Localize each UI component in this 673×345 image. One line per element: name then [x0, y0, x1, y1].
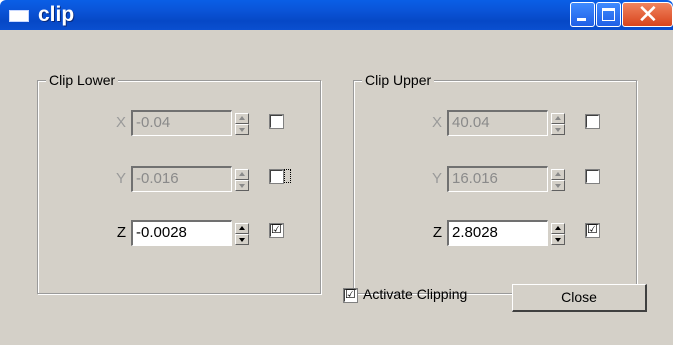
- focus-indicator: [284, 169, 291, 183]
- maximize-button[interactable]: [596, 2, 621, 27]
- upper-x-checkbox[interactable]: [585, 114, 600, 129]
- lower-z-label: Z: [116, 224, 126, 241]
- maximize-icon: [602, 8, 615, 21]
- lower-z-checkbox[interactable]: ☑: [269, 222, 284, 238]
- upper-z-label: Z: [432, 224, 442, 241]
- check-icon: ☑: [345, 287, 356, 301]
- close-button[interactable]: Close: [512, 284, 647, 312]
- upper-z-field[interactable]: 2.8028: [447, 220, 548, 246]
- clip-lower-group: Clip Lower X -0.04 Y -0.016 Z -0.0028 ☑: [37, 72, 321, 294]
- lower-z-field[interactable]: -0.0028: [131, 220, 232, 246]
- upper-z-spinner[interactable]: [551, 223, 565, 245]
- upper-z-checkbox[interactable]: ☑: [585, 222, 600, 238]
- lower-y-field[interactable]: -0.016: [131, 166, 232, 192]
- upper-y-field[interactable]: 16.016: [447, 166, 548, 192]
- upper-y-label: Y: [431, 170, 442, 187]
- close-window-button[interactable]: ✕: [622, 0, 673, 29]
- lower-y-spinner[interactable]: [235, 169, 249, 191]
- check-icon: ☑: [587, 222, 598, 236]
- close-icon: ✕: [637, 0, 659, 29]
- upper-x-spinner[interactable]: [551, 113, 565, 135]
- lower-z-spinner[interactable]: [235, 223, 249, 245]
- lower-y-checkbox[interactable]: [269, 169, 284, 184]
- dialog-body: Clip Lower X -0.04 Y -0.016 Z -0.0028 ☑ …: [0, 30, 673, 345]
- check-icon: ☑: [271, 222, 282, 236]
- upper-y-spinner[interactable]: [551, 169, 565, 191]
- lower-x-field[interactable]: -0.04: [131, 110, 232, 136]
- clip-window: clip ✕ Clip Lower X -0.04 Y -0.016 Z -0.…: [0, 0, 673, 345]
- window-title: clip: [38, 3, 75, 26]
- lower-y-label: Y: [115, 170, 126, 187]
- clip-upper-title: Clip Upper: [362, 72, 435, 88]
- minimize-button[interactable]: [570, 2, 595, 27]
- lower-x-spinner[interactable]: [235, 113, 249, 135]
- activate-clipping-label[interactable]: Activate Clipping: [363, 286, 467, 302]
- upper-x-field[interactable]: 40.04: [447, 110, 548, 136]
- clip-upper-group: Clip Upper X 40.04 Y 16.016 Z 2.8028 ☑: [353, 72, 637, 294]
- activate-clipping-checkbox[interactable]: ☑: [343, 287, 358, 303]
- lower-x-label: X: [115, 114, 126, 131]
- title-bar[interactable]: clip ✕: [0, 0, 673, 30]
- upper-x-label: X: [431, 114, 442, 131]
- lower-x-checkbox[interactable]: [269, 114, 284, 129]
- upper-y-checkbox[interactable]: [585, 169, 600, 184]
- clip-lower-title: Clip Lower: [46, 72, 119, 88]
- window-icon: [9, 10, 29, 22]
- minimize-icon: [577, 18, 586, 21]
